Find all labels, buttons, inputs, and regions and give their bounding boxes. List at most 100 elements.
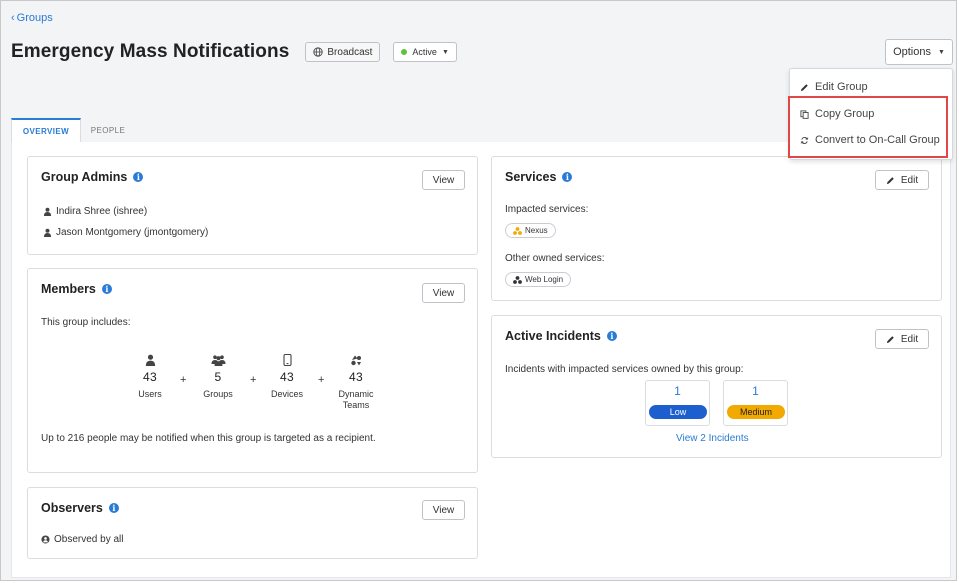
admin-name: Jason Montgomery (jmontgomery) [56, 227, 209, 238]
view-members-button[interactable]: View [422, 283, 465, 303]
caret-down-icon: ▼ [441, 48, 449, 56]
device-icon [282, 354, 292, 366]
stat-devices: 43 Devices [257, 354, 317, 400]
group-type-label: Broadcast [327, 46, 373, 58]
dynamic-teams-icon [351, 355, 361, 366]
incident-severity-medium[interactable]: 1 Medium [723, 380, 788, 426]
tab-people[interactable]: PEOPLE [87, 118, 129, 143]
card-title: Group Admins i [41, 170, 144, 184]
info-icon[interactable]: i [606, 331, 617, 341]
card-title: Observers i [41, 501, 119, 515]
service-name: Web Login [525, 275, 564, 284]
menu-item-convert-group[interactable]: Convert to On-Call Group [800, 131, 940, 149]
groups-icon [211, 355, 225, 366]
back-link-label: Groups [16, 12, 53, 24]
menu-item-label: Edit Group [815, 81, 868, 93]
view-incidents-link[interactable]: View 2 Incidents [676, 433, 749, 444]
globe-icon [313, 47, 324, 57]
page-title: Emergency Mass Notifications [11, 41, 290, 62]
active-incidents-card: Active Incidents i Edit Incidents with i… [491, 315, 942, 458]
info-icon[interactable]: i [108, 503, 119, 513]
plus-sign: + [250, 374, 257, 386]
stat-users: 43 Users [120, 354, 180, 400]
tab-overview[interactable]: OVERVIEW [11, 118, 81, 143]
status-dropdown[interactable]: Active ▼ [393, 42, 457, 62]
stat-count: 43 [143, 370, 157, 384]
pencil-icon [886, 335, 894, 343]
info-icon[interactable]: i [562, 172, 573, 182]
view-observers-button[interactable]: View [422, 500, 465, 520]
card-title: Services i [505, 170, 573, 184]
severity-badge: Low [649, 405, 707, 419]
menu-item-edit-group[interactable]: Edit Group [800, 78, 868, 96]
chevron-left-icon: ‹ [11, 12, 15, 24]
incident-count: 1 [752, 384, 759, 398]
back-to-groups-link[interactable]: ‹ Groups [11, 12, 53, 24]
card-title-text: Group Admins [41, 170, 128, 184]
user-icon [145, 354, 155, 366]
card-title-text: Services [505, 170, 557, 184]
observers-card: Observers i View Observed by all [27, 487, 478, 559]
service-icon [513, 275, 522, 284]
overview-panel: Group Admins i View Indira Shree (ishree… [11, 142, 951, 578]
stat-count: 5 [214, 370, 222, 384]
members-intro: This group includes: [41, 317, 131, 328]
title-row: Emergency Mass Notifications Broadcast A… [11, 39, 457, 65]
plus-sign: + [180, 374, 187, 386]
stat-label: Dynamic Teams [338, 389, 374, 410]
options-button[interactable]: Options ▼ [885, 39, 953, 65]
caret-down-icon: ▼ [937, 48, 945, 56]
view-admins-button[interactable]: View [422, 170, 465, 190]
service-icon [513, 226, 522, 235]
stat-dynamic-teams: 43 Dynamic Teams [326, 354, 386, 411]
user-icon [43, 207, 52, 216]
incident-count: 1 [674, 384, 681, 398]
group-admins-card: Group Admins i View Indira Shree (ishree… [27, 156, 478, 255]
stat-label: Groups [203, 389, 233, 399]
status-dot-icon [401, 49, 408, 55]
menu-item-label: Convert to On-Call Group [815, 134, 940, 146]
user-icon [43, 228, 52, 237]
edit-incidents-button[interactable]: Edit [875, 329, 929, 349]
stat-groups: 5 Groups [188, 354, 248, 400]
owned-services-label: Other owned services: [505, 253, 605, 264]
options-menu: Edit Group Copy Group Convert to On-Call… [789, 68, 953, 160]
card-title-text: Members [41, 282, 96, 296]
admin-item: Indira Shree (ishree) [43, 206, 147, 217]
services-card: Services i Edit Impacted services: Nexus… [491, 156, 942, 301]
edit-services-button[interactable]: Edit [875, 170, 929, 190]
app-frame: ‹ Groups Emergency Mass Notifications Bro… [0, 0, 957, 581]
pencil-icon [800, 83, 808, 91]
convert-icon [800, 136, 809, 144]
impacted-services-label: Impacted services: [505, 204, 589, 215]
button-label: Edit [900, 174, 919, 186]
info-icon[interactable]: i [133, 172, 144, 182]
observers-text: Observed by all [54, 534, 124, 545]
service-pill-web-login[interactable]: Web Login [505, 272, 572, 287]
members-footer: Up to 216 people may be notified when th… [41, 433, 376, 444]
options-label: Options [893, 46, 931, 58]
service-pill-nexus[interactable]: Nexus [505, 223, 556, 238]
card-title: Active Incidents i [505, 329, 617, 343]
incident-severity-low[interactable]: 1 Low [645, 380, 710, 426]
incidents-description: Incidents with impacted services owned b… [505, 364, 744, 375]
user-circle-icon [41, 535, 50, 544]
stat-label: Users [138, 389, 162, 399]
service-name: Nexus [525, 226, 548, 235]
pencil-icon [886, 176, 894, 184]
card-title-text: Active Incidents [505, 329, 601, 343]
admin-item: Jason Montgomery (jmontgomery) [43, 227, 208, 238]
admin-name: Indira Shree (ishree) [56, 206, 148, 217]
observers-item: Observed by all [41, 534, 123, 545]
menu-item-label: Copy Group [815, 108, 875, 120]
copy-icon [800, 109, 809, 119]
status-label: Active [412, 47, 437, 57]
info-icon[interactable]: i [101, 284, 112, 294]
stat-count: 43 [349, 370, 363, 384]
stat-count: 43 [280, 370, 294, 384]
card-title-text: Observers [41, 501, 103, 515]
members-card: Members i View This group includes: 43 U… [27, 268, 478, 473]
menu-item-copy-group[interactable]: Copy Group [800, 105, 874, 123]
plus-sign: + [318, 374, 325, 386]
severity-badge: Medium [727, 405, 785, 419]
